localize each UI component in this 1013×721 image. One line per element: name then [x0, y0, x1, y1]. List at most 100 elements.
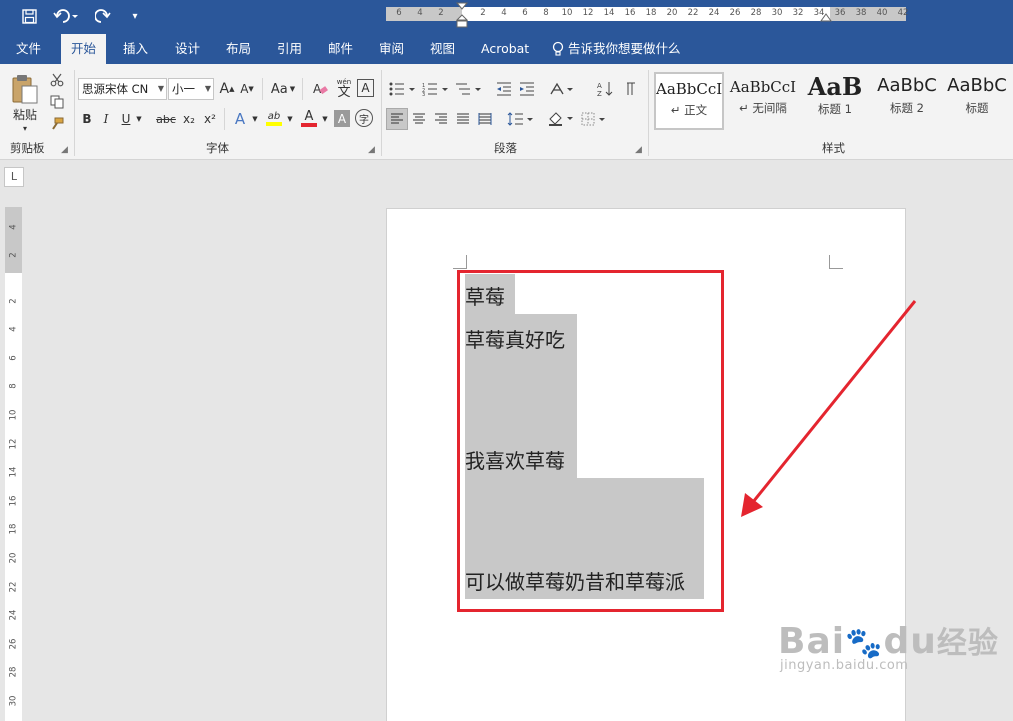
character-border-button[interactable]: A [357, 79, 374, 97]
clipboard-launcher-icon[interactable]: ◢ [61, 145, 68, 155]
tab-insert[interactable]: 插入 [113, 34, 158, 64]
font-color-dropdown-icon[interactable]: ▼ [320, 109, 330, 129]
highlight-dropdown-icon[interactable]: ▼ [285, 109, 295, 129]
margin-corner-mark [453, 255, 467, 269]
tab-file[interactable]: 文件 [6, 34, 51, 64]
ruler-number: 28 [8, 666, 19, 678]
align-left-icon[interactable] [386, 108, 408, 130]
style-heading-1[interactable]: AaB 标题 1 [800, 72, 870, 130]
superscript-button[interactable]: x² [202, 109, 218, 129]
grow-font-button[interactable]: A ▲ [218, 79, 236, 99]
indent-marker-icon[interactable] [456, 2, 468, 28]
sort-icon[interactable]: AZ [596, 79, 614, 99]
font-launcher-icon[interactable]: ◢ [368, 145, 375, 155]
ruler-number: 8 [543, 8, 549, 18]
align-right-icon[interactable] [431, 108, 451, 130]
ruler-number: 24 [708, 8, 720, 18]
paragraph-launcher-icon[interactable]: ◢ [635, 145, 642, 155]
horizontal-ruler[interactable]: 6 4 2 2 4 6 8 10 12 14 16 18 20 22 24 26 28 30 32 34 36 38 40 4… [386, 2, 908, 28]
ribbon-tabs: 文件 开始 插入 设计 布局 引用 邮件 审阅 视图 Acrobat 告诉我你想… [0, 34, 1013, 64]
text-effects-dropdown-icon[interactable]: ▼ [250, 109, 260, 129]
chevron-down-icon: ▼ [157, 84, 164, 93]
divider [74, 70, 75, 156]
tab-acrobat[interactable]: Acrobat [471, 34, 539, 64]
format-painter-icon[interactable] [48, 116, 66, 132]
ruler-number: 10 [561, 8, 573, 18]
ruler-number: 42 [897, 8, 909, 18]
tab-references[interactable]: 引用 [267, 34, 312, 64]
ruler-number: 22 [8, 581, 19, 593]
style-no-spacing[interactable]: AaBbCcI ↵ 无间隔 [728, 72, 798, 130]
svg-text:A: A [597, 82, 602, 90]
clear-formatting-icon[interactable]: A [310, 79, 330, 99]
highlight-button[interactable]: ab [265, 108, 283, 128]
strikethrough-button[interactable]: abc [153, 109, 179, 129]
shading-icon[interactable] [546, 108, 576, 130]
decrease-indent-icon[interactable] [494, 79, 514, 99]
change-case-button[interactable]: Aa ▼ [268, 79, 298, 99]
ruler-number: 6 [522, 8, 528, 18]
paste-icon[interactable] [8, 72, 42, 106]
underline-dropdown-icon[interactable]: ▼ [134, 109, 144, 129]
watermark-brand-suffix: du [883, 621, 937, 662]
subscript-button[interactable]: x₂ [181, 109, 197, 129]
line-spacing-icon[interactable] [506, 108, 536, 130]
svg-text:Z: Z [597, 90, 602, 97]
justify-icon[interactable] [453, 108, 473, 130]
style-heading-2[interactable]: AaBbC 标题 2 [872, 72, 942, 130]
tab-selector[interactable]: L [4, 167, 24, 187]
ruler-number: 20 [8, 552, 19, 564]
copy-icon[interactable] [48, 94, 66, 110]
font-color-label: A [304, 108, 314, 124]
ruler-number: 30 [8, 695, 19, 707]
numbering-icon[interactable]: 123 [421, 79, 451, 99]
bold-button[interactable]: B [80, 109, 94, 129]
character-shading-button[interactable]: A [334, 110, 350, 127]
ruler-number: 22 [687, 8, 699, 18]
tab-design[interactable]: 设计 [165, 34, 210, 64]
text-effects-button[interactable]: A [232, 109, 248, 129]
multilevel-list-icon[interactable] [454, 79, 484, 99]
cut-icon[interactable] [48, 72, 66, 88]
paste-dropdown-icon[interactable]: ▾ [18, 122, 32, 134]
tab-layout[interactable]: 布局 [216, 34, 261, 64]
font-size-value: 小一 [172, 82, 195, 96]
style-name: ↵ 无间隔 [739, 101, 787, 115]
ruler-number: 32 [792, 8, 804, 18]
shrink-font-button[interactable]: A ▼ [238, 79, 256, 99]
shrink-font-label: A [240, 82, 249, 96]
font-color-button[interactable]: A [300, 108, 318, 128]
show-marks-icon[interactable] [622, 79, 640, 99]
margin-corner-mark [829, 255, 843, 269]
increase-indent-icon[interactable] [517, 79, 537, 99]
borders-icon[interactable] [580, 108, 610, 130]
font-color-swatch [301, 122, 317, 127]
bullets-icon[interactable] [388, 79, 418, 99]
ruler-number: 12 [582, 8, 594, 18]
divider [224, 108, 225, 130]
ruler-number: 38 [855, 8, 867, 18]
tell-me-box[interactable]: 告诉我你想要做什么 [552, 34, 681, 64]
ruler-number: 20 [666, 8, 678, 18]
style-title[interactable]: AaBbC 标题 [944, 72, 1010, 130]
ruler-number: 12 [8, 438, 19, 450]
enclose-characters-button[interactable]: 字 [355, 109, 373, 127]
tab-review[interactable]: 审阅 [369, 34, 414, 64]
styles-group-label: 样式 [822, 141, 845, 155]
style-normal[interactable]: AaBbCcI ↵ 正文 [654, 72, 724, 130]
tab-home[interactable]: 开始 [61, 34, 107, 64]
tab-view[interactable]: 视图 [420, 34, 465, 64]
align-center-icon[interactable] [409, 108, 429, 130]
svg-text:3: 3 [422, 92, 425, 96]
tab-mailings[interactable]: 邮件 [318, 34, 363, 64]
ruler-number: 2 [8, 297, 19, 304]
phonetic-guide-button[interactable]: wén 文 [334, 77, 354, 101]
chinese-layout-icon[interactable] [548, 79, 576, 99]
vertical-ruler[interactable]: 4 2 2 4 6 8 10 12 14 16 18 20 22 24 26 28 30 [5, 207, 22, 721]
underline-button[interactable]: U [119, 109, 133, 129]
italic-button[interactable]: I [99, 109, 113, 129]
paste-button-label[interactable]: 粘贴 [6, 106, 44, 122]
distributed-icon[interactable] [475, 108, 495, 130]
font-name-dropdown[interactable]: 思源宋体 CN ▼ [78, 78, 167, 100]
font-size-dropdown[interactable]: 小一 ▼ [168, 78, 214, 100]
